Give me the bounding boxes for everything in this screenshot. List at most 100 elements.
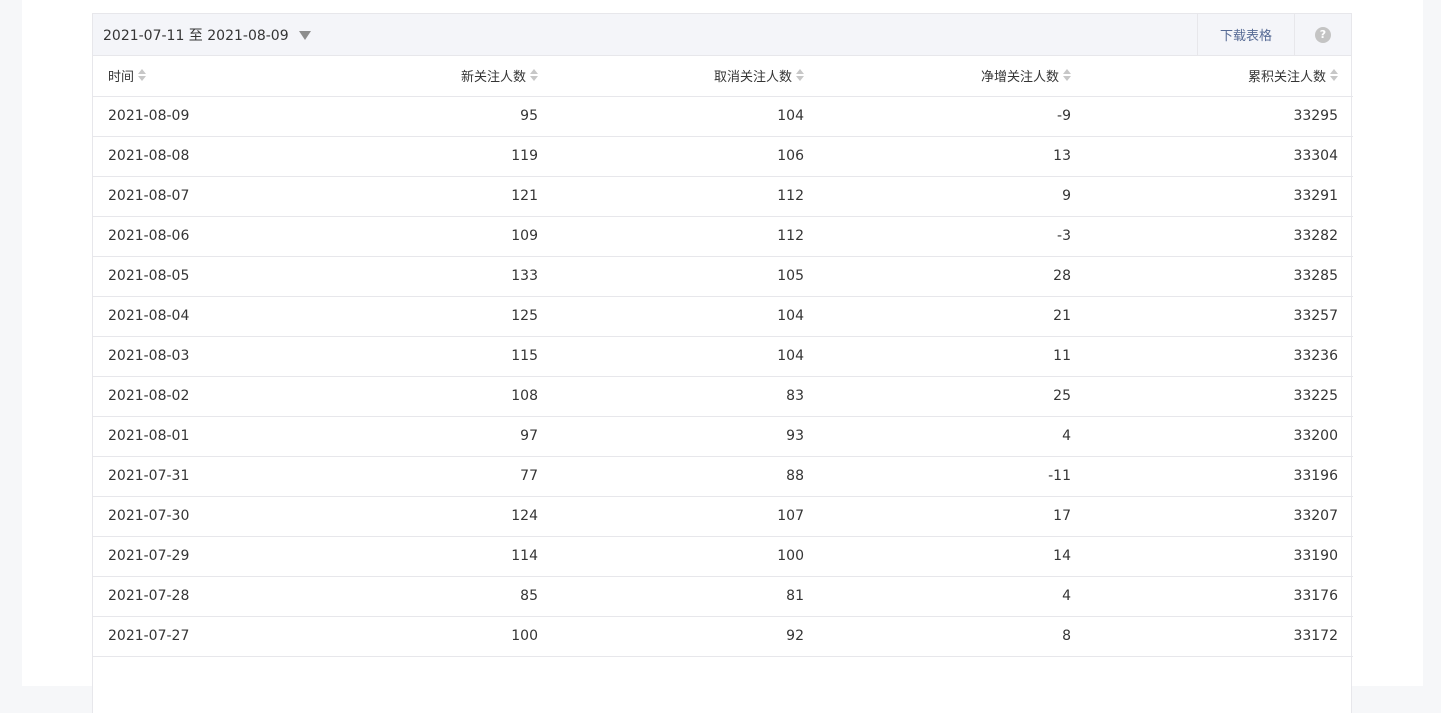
cell-new: 119 <box>293 136 553 177</box>
cell-total: 33295 <box>1086 96 1353 137</box>
sort-icon[interactable] <box>796 68 804 81</box>
table-row: 2021-07-30 124 107 17 33207 <box>93 496 1353 537</box>
cell-total: 33200 <box>1086 416 1353 457</box>
cell-new: 124 <box>293 496 553 537</box>
cell-unfollow: 112 <box>553 176 819 217</box>
cell-unfollow: 88 <box>553 456 819 497</box>
column-header-date[interactable]: 时间 <box>93 56 293 97</box>
cell-unfollow: 105 <box>553 256 819 297</box>
column-header-label: 累积关注人数 <box>1247 70 1326 86</box>
cell-net: 17 <box>819 496 1086 537</box>
table-row: 2021-07-28 85 81 4 33176 <box>93 576 1353 617</box>
cell-date: 2021-07-29 <box>93 536 293 577</box>
cell-net: 8 <box>819 616 1086 657</box>
cell-unfollow: 107 <box>553 496 819 537</box>
cell-net: 13 <box>819 136 1086 177</box>
table-row: 2021-08-05 133 105 28 33285 <box>93 256 1353 297</box>
cell-unfollow: 100 <box>553 536 819 577</box>
cell-unfollow: 83 <box>553 376 819 417</box>
sort-icon[interactable] <box>1063 68 1071 81</box>
table-header-row: 时间 新关注人数 取消关注人数 净增关注人数 累积关注人数 <box>93 56 1353 97</box>
cell-net: 11 <box>819 336 1086 377</box>
cell-unfollow: 104 <box>553 336 819 377</box>
sort-icon[interactable] <box>1330 68 1338 81</box>
cell-date: 2021-08-03 <box>93 336 293 377</box>
cell-unfollow: 104 <box>553 296 819 337</box>
cell-date: 2021-08-06 <box>93 216 293 257</box>
table-body: 2021-08-09 95 104 -9 33295 2021-08-08 119 106 1… <box>93 96 1353 657</box>
cell-date: 2021-08-09 <box>93 96 293 137</box>
cell-total: 33176 <box>1086 576 1353 617</box>
table-row: 2021-07-29 114 100 14 33190 <box>93 536 1353 577</box>
cell-total: 33304 <box>1086 136 1353 177</box>
cell-date: 2021-08-01 <box>93 416 293 457</box>
cell-total: 33172 <box>1086 616 1353 657</box>
column-header-cumulative[interactable]: 累积关注人数 <box>1086 56 1353 97</box>
table-row: 2021-07-31 77 88 -11 33196 <box>93 456 1353 497</box>
sort-icon[interactable] <box>138 68 147 81</box>
cell-total: 33196 <box>1086 456 1353 497</box>
cell-date: 2021-08-02 <box>93 376 293 417</box>
cell-total: 33282 <box>1086 216 1353 257</box>
cell-new: 115 <box>293 336 553 377</box>
column-header-label: 净增关注人数 <box>980 70 1059 86</box>
column-header-net-growth[interactable]: 净增关注人数 <box>819 56 1086 97</box>
toolbar-actions: 下载表格 ? <box>1197 14 1351 55</box>
help-button[interactable]: ? <box>1294 14 1351 55</box>
table-row: 2021-08-08 119 106 13 33304 <box>93 136 1353 177</box>
column-header-label: 取消关注人数 <box>713 70 792 86</box>
cell-new: 121 <box>293 176 553 217</box>
cell-total: 33257 <box>1086 296 1353 337</box>
cell-net: 9 <box>819 176 1086 217</box>
table-row: 2021-07-27 100 92 8 33172 <box>93 616 1353 657</box>
cell-total: 33285 <box>1086 256 1353 297</box>
data-table-panel: 2021-07-11 至 2021-08-09 下载表格 ? 时间 新关注人数 … <box>92 13 1353 713</box>
date-range-label: 2021-07-11 至 2021-08-09 <box>103 27 289 44</box>
table-row: 2021-08-04 125 104 21 33257 <box>93 296 1353 337</box>
cell-net: -9 <box>819 96 1086 137</box>
cell-date: 2021-08-08 <box>93 136 293 177</box>
table-toolbar: 2021-07-11 至 2021-08-09 下载表格 ? <box>93 14 1351 56</box>
cell-net: 14 <box>819 536 1086 577</box>
date-range-selector[interactable]: 2021-07-11 至 2021-08-09 <box>93 14 311 55</box>
cell-new: 125 <box>293 296 553 337</box>
page-container: 2021-07-11 至 2021-08-09 下载表格 ? 时间 新关注人数 … <box>22 0 1423 713</box>
column-header-new-followers[interactable]: 新关注人数 <box>293 56 553 97</box>
cell-total: 33236 <box>1086 336 1353 377</box>
column-header-unfollowers[interactable]: 取消关注人数 <box>553 56 819 97</box>
cell-unfollow: 104 <box>553 96 819 137</box>
table-row: 2021-08-09 95 104 -9 33295 <box>93 96 1353 137</box>
cell-new: 108 <box>293 376 553 417</box>
table-row: 2021-08-02 108 83 25 33225 <box>93 376 1353 417</box>
sort-icon[interactable] <box>530 68 538 81</box>
download-table-button[interactable]: 下载表格 <box>1197 14 1294 55</box>
cell-date: 2021-08-04 <box>93 296 293 337</box>
stats-table: 时间 新关注人数 取消关注人数 净增关注人数 累积关注人数 2021-08-09… <box>93 56 1353 657</box>
cell-net: 21 <box>819 296 1086 337</box>
cell-unfollow: 93 <box>553 416 819 457</box>
cell-new: 97 <box>293 416 553 457</box>
cell-date: 2021-07-28 <box>93 576 293 617</box>
cell-date: 2021-08-05 <box>93 256 293 297</box>
cell-net: 4 <box>819 416 1086 457</box>
column-header-label: 新关注人数 <box>460 70 526 86</box>
cell-net: 28 <box>819 256 1086 297</box>
cell-date: 2021-07-27 <box>93 616 293 657</box>
cell-total: 33291 <box>1086 176 1353 217</box>
help-icon: ? <box>1315 26 1331 43</box>
table-row: 2021-08-01 97 93 4 33200 <box>93 416 1353 457</box>
table-row: 2021-08-03 115 104 11 33236 <box>93 336 1353 377</box>
cell-net: 25 <box>819 376 1086 417</box>
table-row: 2021-08-06 109 112 -3 33282 <box>93 216 1353 257</box>
cell-new: 100 <box>293 616 553 657</box>
cell-new: 133 <box>293 256 553 297</box>
column-header-label: 时间 <box>108 70 135 86</box>
cell-date: 2021-07-30 <box>93 496 293 537</box>
cell-total: 33207 <box>1086 496 1353 537</box>
cell-new: 85 <box>293 576 553 617</box>
cell-new: 95 <box>293 96 553 137</box>
cell-net: -3 <box>819 216 1086 257</box>
cell-new: 109 <box>293 216 553 257</box>
table-row: 2021-08-07 121 112 9 33291 <box>93 176 1353 217</box>
cell-net: -11 <box>819 456 1086 497</box>
